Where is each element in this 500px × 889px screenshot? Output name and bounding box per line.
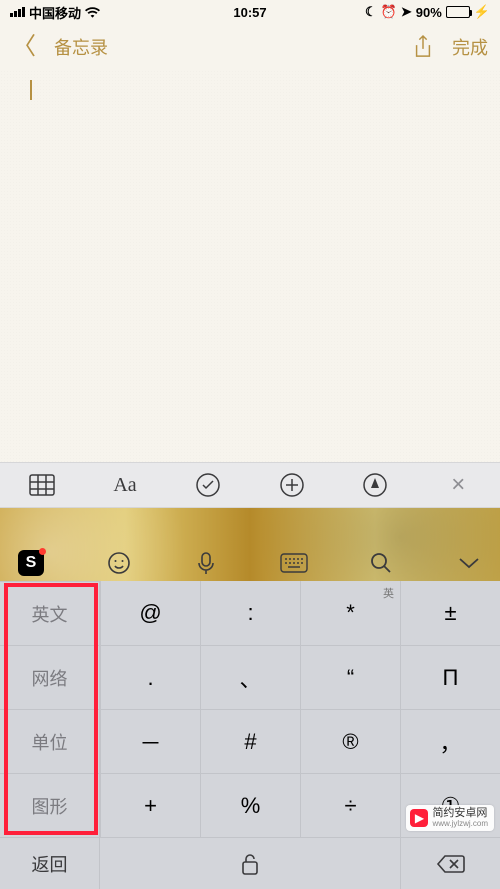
voice-button[interactable]: [189, 546, 223, 580]
table-button[interactable]: [27, 470, 57, 500]
dismiss-keyboard-button[interactable]: ×: [443, 470, 473, 500]
status-bar: 中国移动 10:57 ☾ ⏰ ➤ 90% ⚡: [0, 0, 500, 24]
moon-icon: ☾: [365, 4, 377, 20]
key-quote[interactable]: “: [300, 645, 400, 709]
symbol-keyboard: 英文 网络 单位 图形 @ : *英 ± . 、 “ Π － # ® ， + %…: [0, 581, 500, 889]
key-percent[interactable]: %: [200, 773, 300, 837]
done-button[interactable]: 完成: [452, 34, 488, 60]
symbol-category-sidebar: 英文 网络 单位 图形: [0, 581, 100, 837]
key-comma[interactable]: ，: [400, 709, 500, 773]
lock-toggle[interactable]: [100, 838, 400, 889]
sogou-logo-button[interactable]: S: [14, 546, 48, 580]
notes-format-toolbar: Aa ×: [0, 462, 500, 508]
alarm-icon: ⏰: [381, 4, 397, 20]
watermark-logo-icon: ▶: [410, 809, 428, 827]
back-button[interactable]: 〈 备忘录: [12, 34, 108, 60]
search-button[interactable]: [364, 546, 398, 580]
watermark-url: www.jylzwj.com: [432, 820, 488, 828]
share-button[interactable]: [412, 34, 434, 60]
key-minus[interactable]: －: [100, 709, 200, 773]
delete-key[interactable]: [400, 838, 500, 889]
charging-icon: ⚡: [474, 4, 490, 20]
checklist-button[interactable]: [193, 470, 223, 500]
watermark: ▶ 简约安卓网 www.jylzwj.com: [406, 805, 494, 831]
key-enumcomma[interactable]: 、: [200, 645, 300, 709]
key-divide[interactable]: ÷: [300, 773, 400, 837]
battery-icon: [446, 6, 470, 18]
key-registered[interactable]: ®: [300, 709, 400, 773]
text-cursor: [30, 80, 32, 100]
symbol-key-grid: @ : *英 ± . 、 “ Π － # ® ， + % ÷ ①: [100, 581, 500, 837]
back-label: 备忘录: [54, 34, 108, 60]
collapse-button[interactable]: [452, 546, 486, 580]
key-plusminus[interactable]: ±: [400, 581, 500, 645]
key-plus[interactable]: +: [100, 773, 200, 837]
category-network[interactable]: 网络: [0, 645, 100, 709]
emoji-button[interactable]: [102, 546, 136, 580]
key-pi[interactable]: Π: [400, 645, 500, 709]
location-icon: ➤: [401, 4, 412, 20]
markup-button[interactable]: [360, 470, 390, 500]
return-button[interactable]: 返回: [0, 838, 100, 889]
chevron-left-icon: 〈: [12, 35, 36, 59]
signal-icon: [10, 7, 25, 17]
key-period[interactable]: .: [100, 645, 200, 709]
category-english[interactable]: 英文: [0, 581, 100, 645]
text-style-button[interactable]: Aa: [110, 470, 140, 500]
keyboard-switch-button[interactable]: [277, 546, 311, 580]
wifi-icon: [85, 6, 100, 18]
add-button[interactable]: [277, 470, 307, 500]
key-colon[interactable]: :: [200, 581, 300, 645]
ime-toolbar: S: [0, 545, 500, 581]
watermark-title: 简约安卓网: [432, 808, 488, 820]
battery-pct: 90%: [416, 5, 442, 20]
carrier-label: 中国移动: [29, 3, 81, 22]
key-at[interactable]: @: [100, 581, 200, 645]
key-hash[interactable]: #: [200, 709, 300, 773]
clock: 10:57: [233, 5, 266, 20]
category-shape[interactable]: 图形: [0, 773, 100, 837]
key-asterisk[interactable]: *英: [300, 581, 400, 645]
keyboard-bottom-row: 返回: [0, 837, 500, 889]
category-unit[interactable]: 单位: [0, 709, 100, 773]
nav-bar: 〈 备忘录 完成: [0, 24, 500, 70]
note-editor[interactable]: [0, 70, 500, 462]
